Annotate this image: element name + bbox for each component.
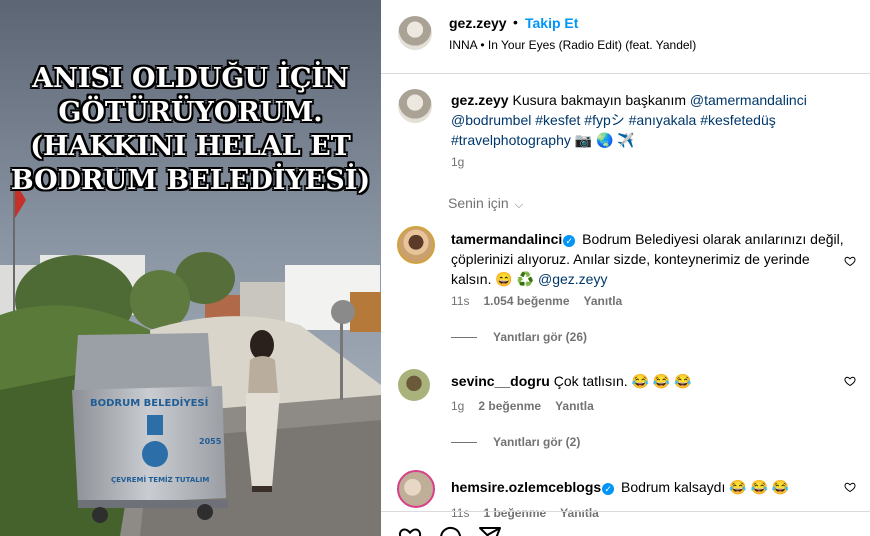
comment-text: tamermandalinci ✓ Bodrum Belediyesi olara… [451,229,846,289]
caption-username[interactable]: gez.zeyy [451,92,509,108]
bin-number-label: 2055 [199,437,222,446]
caption-timestamp[interactable]: 1g [451,155,464,169]
bin-brand-label: BODRUM BELEDİYESİ [90,398,209,409]
caption-emoji: 📷 🌏 ✈️ [574,132,635,148]
comment-body: Çok tatlısın. 😂 😂 😂 [549,373,692,389]
comment-sort-dropdown[interactable]: Senin için ⌵ [448,195,523,212]
avatar[interactable] [398,16,432,50]
comment-text: sevinc__dogru Çok tatlısın. 😂 😂 😂 [451,371,846,391]
like-heart-icon[interactable] [398,525,422,536]
view-replies-label: Yanıtları gör (2) [493,435,581,449]
view-replies-button[interactable]: Yanıtları gör (26) [451,330,587,344]
replies-divider [451,337,477,339]
audio-track-link[interactable]: INNA • In Your Eyes (Radio Edit) (feat. … [449,38,696,52]
post-header: gez.zeyy • Takip Et INNA • In Your Eyes … [381,0,870,74]
comment-username[interactable]: tamermandalinci [451,231,562,247]
post-media[interactable]: ANISI OLDUĞU İÇİN GÖTÜRÜYORUM. (HAKKINI … [0,0,381,536]
overlay-caption-line: BODRUM BELEDİYESİ) [10,165,371,196]
comment-icon[interactable] [438,525,462,536]
comment-meta: 11s 1.054 beğenme Yanıtla [451,294,636,308]
verified-badge-icon: ✓ [602,483,615,495]
overlay-caption: ANISI OLDUĞU İÇİN GÖTÜRÜYORUM. (HAKKINI … [0,62,381,198]
comment-timestamp[interactable]: 11s [451,294,469,308]
chevron-down-icon: ⌵ [514,199,524,211]
comment-likes[interactable]: 2 beğenme [478,399,541,413]
comment-body: Bodrum kalsaydı 😂 😂 😂 [617,479,790,495]
overlay-caption-line: (HAKKINI HELAL ET [30,131,351,162]
view-replies-label: Yanıtları gör (26) [493,330,588,344]
comment-likes[interactable]: 1.054 beğenme [483,294,569,308]
caption-body: Kusura bakmayın başkanım [508,92,690,108]
replies-divider [451,442,477,444]
sort-label: Senin için [448,195,509,211]
avatar[interactable] [397,470,435,508]
bin-slogan-label: ÇEVREMİ TEMİZ TUTALIM [111,476,210,484]
reply-button[interactable]: Yanıtla [555,399,594,413]
overlay-caption-line: ANISI OLDUĞU İÇİN [32,63,349,94]
author-username[interactable]: gez.zeyy [449,15,507,31]
post-actions-bar [381,511,870,536]
reply-button[interactable]: Yanıtla [584,294,623,308]
caption-text: gez.zeyy Kusura bakmayın başkanım @tamer… [451,90,831,150]
post-detail-panel: gez.zeyy • Takip Et INNA • In Your Eyes … [381,0,870,536]
heart-icon[interactable] [844,375,856,387]
avatar[interactable] [398,89,432,123]
heart-icon[interactable] [844,255,856,267]
heart-icon[interactable] [844,481,856,493]
follow-button[interactable]: Takip Et [525,15,578,31]
comment-text: hemsire.ozlemceblogs ✓ Bodrum kalsaydı 😂 … [451,477,846,497]
comment-username[interactable]: hemsire.ozlemceblogs [451,479,601,495]
comment-username[interactable]: sevinc__dogru [451,373,550,389]
avatar[interactable] [397,226,435,264]
verified-badge-icon: ✓ [563,235,576,247]
avatar[interactable] [398,369,430,401]
comment-meta: 1g 2 beğenme Yanıtla [451,399,608,413]
caption-mention[interactable]: @tamermandalinci [690,92,807,108]
separator-dot: • [513,14,518,30]
comment-mention[interactable]: @gez.zeyy [538,271,607,287]
share-icon[interactable] [478,525,502,536]
view-replies-button[interactable]: Yanıtları gör (2) [451,435,580,449]
overlay-caption-line: GÖTÜRÜYORUM. [58,97,323,128]
comment-timestamp[interactable]: 1g [451,399,464,413]
